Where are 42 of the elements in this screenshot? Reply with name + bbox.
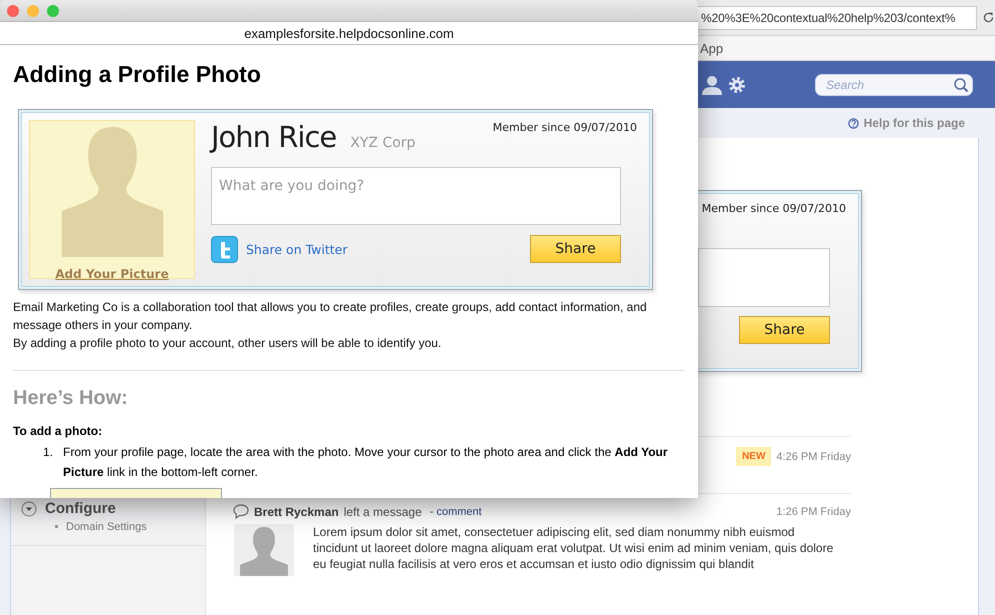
member-since: Member since 09/07/2010 — [702, 202, 846, 215]
step-number: 1. — [43, 444, 54, 461]
status-field[interactable]: What are you doing? — [211, 167, 621, 225]
window-address: examplesforsite.helpdocsonline.com — [0, 22, 698, 45]
reload-icon[interactable] — [982, 11, 995, 24]
settings-icon[interactable] — [728, 76, 746, 94]
speech-bubble-icon — [233, 504, 249, 519]
message-text: Lorem ipsum dolor sit amet, consectetuer adipiscing elit, sed diam nonummy nibh euismod tincidunt ut laoreet dolore magna aliquam erat volutpat. Ut wisi enim ad minim veniam, quis dolore eu feugiat nulla facilisis at vero eros et accumsan et iusto odio dignissim qui blandit — [313, 524, 834, 573]
user-icon[interactable] — [702, 74, 722, 94]
bird-icon[interactable] — [211, 236, 238, 262]
add-picture-link[interactable]: Add Your Picture — [55, 267, 169, 281]
sidebar-section-title[interactable]: Configure — [45, 500, 116, 517]
collapse-icon[interactable] — [21, 500, 37, 516]
bookmark[interactable]: App — [700, 40, 724, 56]
subheading: To add a photo: — [13, 424, 104, 438]
photo-area[interactable]: Add Your Picture — [29, 120, 195, 279]
help-icon — [848, 118, 859, 128]
section-heading: Here’s How: — [13, 387, 129, 410]
share-button[interactable]: Share — [739, 316, 830, 344]
share-button[interactable]: Share — [530, 235, 621, 263]
member-since: Member since 09/07/2010 — [492, 121, 637, 134]
address-bar[interactable]: %20%3E%20contextual%20help%203/context% — [698, 6, 977, 30]
company-name: XYZ Corp — [350, 135, 416, 151]
intro-paragraph: By adding a profile photo to your account, other users will be able to identify you. — [13, 335, 442, 352]
search-field[interactable]: Search — [815, 74, 973, 96]
person-silhouette-icon — [60, 125, 164, 257]
avatar-silhouette — [234, 524, 294, 576]
timestamp: 4:26 PM Friday — [776, 450, 851, 462]
page-title: Adding a Profile Photo — [13, 60, 262, 89]
new-badge: NEW — [736, 447, 772, 466]
timestamp: 1:26 PM Friday — [776, 506, 851, 518]
status-field[interactable] — [698, 248, 830, 307]
comment-link[interactable]: - comment — [430, 506, 482, 518]
search-icon[interactable] — [953, 76, 969, 92]
share-on-twitter-link[interactable]: Share on Twitter — [246, 242, 348, 256]
action-text: left a message — [344, 504, 422, 518]
sidebar-item[interactable]: Domain Settings — [55, 521, 205, 533]
close-icon[interactable] — [7, 4, 19, 16]
profile-name: John Rice — [211, 120, 336, 154]
step-text: From your profile page, locate the area with the photo. Move your cursor to the photo area and click the Add Your Picture link in the bottom-left corner. — [63, 444, 669, 481]
author-name[interactable]: Brett Ryckman — [254, 504, 339, 518]
intro-paragraph: Email Marketing Co is a collaboration tool that allows you to create profiles, create groups, add contact information, and message others in your company. — [13, 299, 648, 334]
